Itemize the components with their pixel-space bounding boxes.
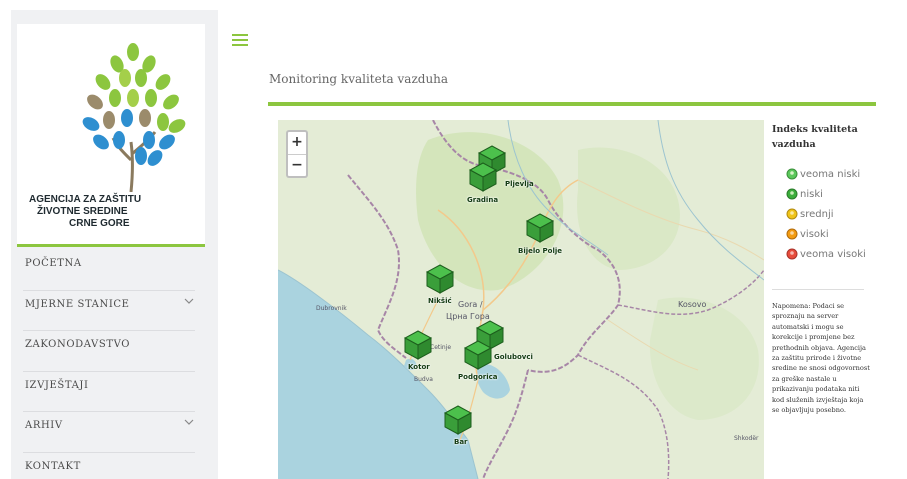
zoom-out-button[interactable]: − xyxy=(288,154,306,176)
legend-item-label: veoma niski xyxy=(800,168,861,180)
station-label: Pljevlja xyxy=(505,180,534,188)
nav-item-kontakt[interactable]: KONTAKT xyxy=(23,453,195,479)
legend-item-label: srednji xyxy=(800,208,834,220)
place-label-budva: Budva xyxy=(414,376,433,383)
disclaimer-note: Napomena: Podaci se sproznaju na server … xyxy=(772,302,870,415)
legend-item-low: niski xyxy=(786,184,882,204)
station-marker-niksic[interactable] xyxy=(425,264,455,294)
station-marker-podgorica[interactable] xyxy=(463,340,493,370)
station-marker-bijelo-polje[interactable] xyxy=(525,213,555,243)
legend-item-label: visoki xyxy=(800,228,829,240)
nav-item-label: ZAKONODAVSTVO xyxy=(25,339,131,350)
nav-item-label: ARHIV xyxy=(25,420,63,431)
agency-logo[interactable]: AGENCIJA ZA ZAŠTITU ŽIVOTNE SREDINE CRNE… xyxy=(17,24,205,244)
legend-item-label: niski xyxy=(800,188,823,200)
station-label: Bijelo Polje xyxy=(518,247,563,255)
legend-item-label: veoma visoki xyxy=(800,248,866,260)
menu-toggle-icon[interactable] xyxy=(232,34,248,48)
station-label: Nikšić xyxy=(428,297,452,305)
page-title: Monitoring kvaliteta vazduha xyxy=(269,72,449,86)
legend-divider xyxy=(772,289,864,290)
station-cube-icon xyxy=(403,330,433,360)
station-marker-bar[interactable] xyxy=(443,405,473,435)
place-label-shkoder: Shkodër xyxy=(734,435,759,442)
nav-item-izvjestaji[interactable]: IZVJEŠTAJI xyxy=(23,372,195,412)
station-marker-kotor[interactable] xyxy=(403,330,433,360)
station-label: Kotor xyxy=(408,363,430,371)
legend-item-medium: srednji xyxy=(786,204,882,224)
air-quality-map[interactable]: + − Dubrovnik Gora / Црна Гора Cetinje B… xyxy=(278,120,764,479)
station-cube-icon xyxy=(525,213,555,243)
station-cube-icon xyxy=(425,264,455,294)
station-cube-icon xyxy=(468,162,498,192)
station-cube-icon xyxy=(443,405,473,435)
nav-item-mjerne-stanice[interactable]: MJERNE STANICE xyxy=(23,291,195,331)
logo-line-1: AGENCIJA ZA ZAŠTITU xyxy=(29,194,142,205)
main-nav: POČETNA MJERNE STANICE ZAKONODAVSTVO IZV… xyxy=(11,250,218,479)
nav-item-label: KONTAKT xyxy=(25,460,81,472)
sidebar: AGENCIJA ZA ZAŠTITU ŽIVOTNE SREDINE CRNE… xyxy=(11,10,218,479)
station-label: Bar xyxy=(454,438,468,446)
place-label-cetinje: Cetinje xyxy=(430,344,452,351)
tree-logo-icon xyxy=(82,43,186,192)
place-label-dubrovnik: Dubrovnik xyxy=(316,305,347,312)
legend-title: Indeks kvaliteta vazduha xyxy=(772,124,858,150)
legend-dot-icon xyxy=(786,248,798,260)
legend-list: veoma niski niski srednji visoki veoma v… xyxy=(786,164,882,264)
legend-dot-icon xyxy=(786,168,798,180)
station-marker-gradina[interactable] xyxy=(468,162,498,192)
legend-dot-icon xyxy=(786,228,798,240)
place-label-gora: Gora / xyxy=(458,300,483,309)
station-label: Gradina xyxy=(467,196,499,204)
title-divider xyxy=(268,102,876,106)
legend-dot-icon xyxy=(786,208,798,220)
aqi-legend: Indeks kvaliteta vazduha veoma niski nis… xyxy=(772,122,882,264)
legend-item-very-low: veoma niski xyxy=(786,164,882,184)
station-label: Podgorica xyxy=(458,373,498,381)
chevron-down-icon xyxy=(184,419,194,425)
legend-item-very-high: veoma visoki xyxy=(786,244,882,264)
legend-dot-icon xyxy=(786,188,798,200)
place-label-kosovo: Kosovo xyxy=(678,300,707,309)
map-zoom-control: + − xyxy=(286,130,308,178)
nav-item-label: POČETNA xyxy=(25,258,82,269)
nav-item-label: MJERNE STANICE xyxy=(25,298,130,310)
zoom-in-button[interactable]: + xyxy=(288,132,306,154)
logo-underline xyxy=(17,244,205,247)
nav-item-label: IZVJEŠTAJI xyxy=(25,379,89,391)
station-label: Golubovci xyxy=(494,353,533,361)
logo-text: AGENCIJA ZA ZAŠTITU ŽIVOTNE SREDINE CRNE… xyxy=(29,194,149,230)
logo-line-3: CRNE GORE xyxy=(69,218,130,229)
nav-item-pocetna[interactable]: POČETNA xyxy=(23,250,195,291)
nav-item-arhiv[interactable]: ARHIV xyxy=(23,412,195,453)
logo-line-2: ŽIVOTNE SREDINE xyxy=(37,206,128,217)
chevron-down-icon xyxy=(184,298,194,304)
legend-item-high: visoki xyxy=(786,224,882,244)
station-cube-icon xyxy=(463,340,493,370)
nav-item-zakonodavstvo[interactable]: ZAKONODAVSTVO xyxy=(23,331,195,372)
